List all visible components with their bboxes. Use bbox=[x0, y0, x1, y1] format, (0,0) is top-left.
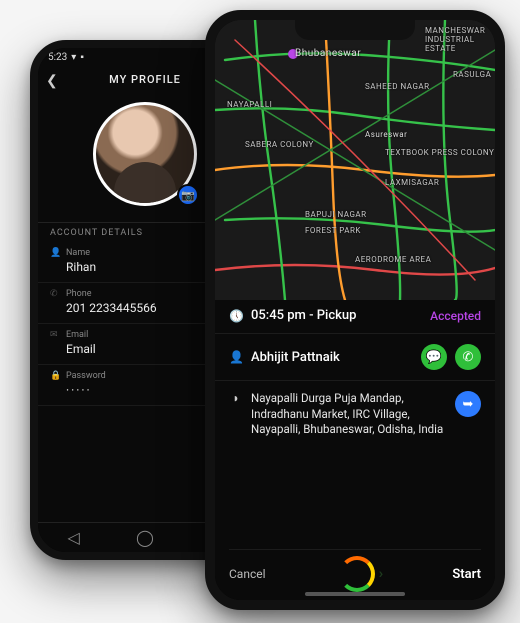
status-time: 5:23 bbox=[48, 52, 67, 63]
pickup-row: 🕔 05:45 pm - Pickup Accepted bbox=[229, 308, 481, 323]
nav-back-icon[interactable]: ◁ bbox=[64, 528, 84, 548]
person-icon: 👤 bbox=[229, 350, 243, 364]
phone-ride: Bhubaneswar NAYAPALLI SAHEED NAGAR SABER… bbox=[205, 10, 505, 610]
navigate-button[interactable]: ➥ bbox=[455, 391, 481, 417]
cancel-button[interactable]: Cancel bbox=[229, 567, 266, 581]
divider bbox=[215, 380, 495, 381]
progress-spinner bbox=[339, 556, 375, 592]
map[interactable]: Bhubaneswar NAYAPALLI SAHEED NAGAR SABER… bbox=[215, 20, 495, 300]
field-label: Email bbox=[66, 330, 88, 340]
address-row: ◗ Nayapalli Durga Puja Mandap, Indradhan… bbox=[229, 391, 481, 438]
pickup-time: 05:45 pm bbox=[251, 308, 306, 323]
mail-icon: ✉ bbox=[50, 330, 60, 340]
signal-icon: ▾ bbox=[71, 52, 76, 63]
home-indicator[interactable] bbox=[305, 592, 405, 596]
wifi-icon: ▪ bbox=[80, 52, 84, 63]
section-label: ACCOUNT DETAILS bbox=[50, 228, 143, 238]
camera-badge[interactable]: 📷 bbox=[177, 184, 199, 206]
field-label: Phone bbox=[66, 289, 92, 299]
ride-card: 🕔 05:45 pm - Pickup Accepted 👤 Abhijit P… bbox=[215, 300, 495, 600]
nav-home-icon[interactable]: ◯ bbox=[135, 528, 155, 548]
rider-name: Abhijit Pattnaik bbox=[251, 350, 413, 365]
clock-icon: 🕔 bbox=[229, 309, 243, 323]
notch bbox=[295, 20, 415, 40]
field-label: Password bbox=[66, 371, 106, 381]
camera-icon: 📷 bbox=[181, 189, 195, 202]
chat-icon: 💬 bbox=[426, 350, 442, 365]
action-row: Cancel ››› Start bbox=[229, 549, 481, 592]
phone-icon: ✆ bbox=[463, 350, 474, 365]
message-button[interactable]: 💬 bbox=[421, 344, 447, 370]
field-label: Name bbox=[66, 248, 90, 258]
call-button[interactable]: ✆ bbox=[455, 344, 481, 370]
page-title: MY PROFILE bbox=[109, 73, 181, 86]
progress-wrap: ››› bbox=[339, 556, 380, 592]
lock-icon: 🔒 bbox=[50, 371, 60, 381]
back-icon[interactable]: ❮ bbox=[46, 73, 58, 89]
status-badge: Accepted bbox=[430, 309, 481, 323]
map-roads bbox=[215, 20, 495, 300]
pin-icon: ◗ bbox=[229, 391, 243, 405]
sep: - bbox=[309, 308, 317, 323]
chevrons-icon: ››› bbox=[379, 566, 380, 582]
pickup-address: Nayapalli Durga Puja Mandap, Indradhanu … bbox=[251, 391, 447, 438]
start-button[interactable]: Start bbox=[452, 567, 481, 582]
navigate-icon: ➥ bbox=[463, 397, 474, 412]
phone-icon: ✆ bbox=[50, 289, 60, 299]
pickup-label: Pickup bbox=[317, 308, 357, 323]
pickup-text: 05:45 pm - Pickup bbox=[251, 308, 422, 323]
divider bbox=[215, 333, 495, 334]
person-icon: 👤 bbox=[50, 248, 60, 258]
rider-row: 👤 Abhijit Pattnaik 💬 ✆ bbox=[229, 344, 481, 370]
